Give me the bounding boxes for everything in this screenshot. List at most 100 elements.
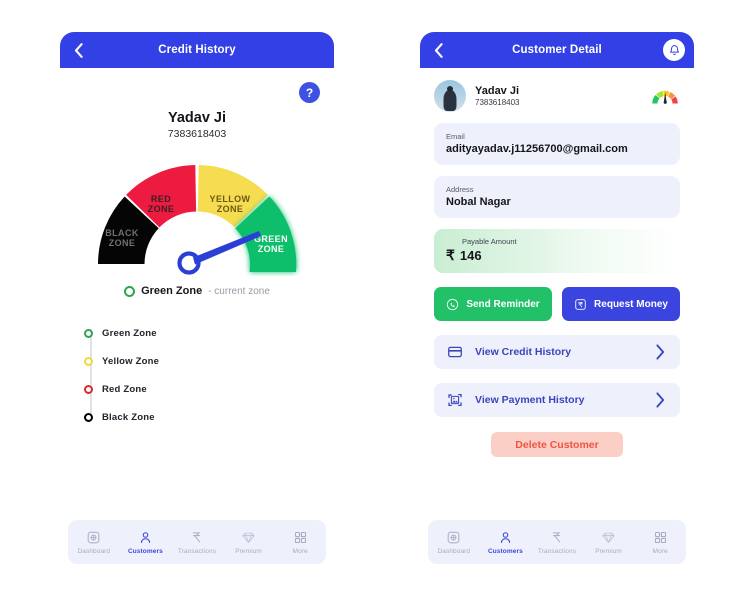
nav-label: Dashboard [437,547,471,555]
customer-name: Yadav Ji [167,110,227,126]
svg-text:ZONE: ZONE [148,204,175,214]
zone-legend-label: Yellow Zone [102,355,160,367]
request-money-label: Request Money [594,298,668,310]
grid-icon [654,531,666,543]
view-credit-history-label: View Credit History [475,346,572,358]
nav-item-transactions[interactable]: Transactions [531,530,583,555]
black-ring-icon [84,412,93,422]
gauge-svg: BLACK ZONE RED ZONE YELLOW ZONE GREEN ZO… [98,165,297,275]
zone-legend-item-green[interactable]: Green Zone [84,319,264,347]
diamond-icon [602,532,615,543]
left-appbar: Credit History [60,32,334,68]
current-zone-suffix: - current zone [208,285,270,297]
nav-item-dashboard[interactable]: Dashboard [68,530,120,555]
page-title: Credit History [158,44,236,56]
svg-text:YELLOW: YELLOW [210,194,251,204]
zone-legend-item-red[interactable]: Red Zone [84,375,264,403]
dashboard-icon [87,531,100,543]
nav-item-premium[interactable]: Premium [583,530,635,555]
right-appbar: Customer Detail [420,32,694,68]
page-title: Customer Detail [512,44,602,56]
nav-item-more[interactable]: More [274,530,326,555]
customer-phone: 7383618403 [167,128,227,140]
nav-item-customers[interactable]: Customers [480,530,532,555]
customer-detail-screen: Customer Detail Yadav Ji 7383618403 Emai… [420,32,694,574]
back-button[interactable] [430,41,446,59]
speedometer-icon[interactable] [650,83,680,109]
notifications-button[interactable] [663,39,685,61]
payable-label: Payable Amount [462,237,517,246]
view-payment-history-label: View Payment History [475,394,585,406]
customer-phone: 7383618403 [475,98,520,107]
view-credit-history-row[interactable]: View Credit History [434,335,680,369]
nav-item-dashboard[interactable]: Dashboard [428,530,480,555]
rupee-symbol-icon: ₹ [446,247,455,263]
right-bottom-nav: Dashboard Customers Transactions Premium… [428,520,686,564]
svg-text:BLACK: BLACK [105,228,139,238]
user-icon [140,531,150,543]
rupee-icon [553,531,561,542]
credit-card-icon [448,346,462,358]
request-money-button[interactable]: Request Money [562,287,680,321]
screenshot-stage: Credit History ? Yadav Ji 7383618403 BLA… [0,0,756,601]
nav-item-customers[interactable]: Customers [120,530,172,555]
delete-customer-button[interactable]: Delete Customer [491,432,623,457]
chevron-left-icon [74,42,83,58]
nav-label: Transactions [537,547,577,555]
current-zone-indicator: Green Zone - current zone [60,285,334,297]
zone-legend-label: Green Zone [102,327,157,339]
customer-name: Yadav Ji [475,85,520,97]
chevron-right-icon [656,344,665,360]
current-zone-ring-icon [124,285,136,297]
green-ring-icon [84,328,93,338]
svg-text:ZONE: ZONE [258,244,285,254]
left-bottom-nav: Dashboard Customers Transactions Premium… [68,520,326,564]
diamond-icon [242,532,255,543]
avatar-head [447,86,453,92]
chevron-right-icon [656,392,665,408]
zone-legend-item-yellow[interactable]: Yellow Zone [84,347,264,375]
nav-label: Customers [487,547,523,555]
profile-meta: Yadav Ji 7383618403 [475,85,650,107]
user-icon [500,531,510,543]
payable-value: 146 [459,248,482,263]
nav-item-more[interactable]: More [634,530,686,555]
svg-text:RED: RED [151,194,171,204]
profile-row: Yadav Ji 7383618403 [420,68,694,112]
send-reminder-button[interactable]: Send Reminder [434,287,552,321]
svg-text:ZONE: ZONE [109,238,136,248]
whatsapp-icon [447,298,459,310]
nav-label: Dashboard [77,547,111,555]
rupee-icon [193,531,201,542]
address-label: Address [446,185,474,194]
zone-legend-label: Black Zone [102,411,155,423]
back-button[interactable] [70,41,86,59]
nav-item-transactions[interactable]: Transactions [171,530,223,555]
nav-label: More [292,547,308,555]
address-card: Address Nobal Nagar [434,176,680,218]
nav-label: Transactions [177,547,217,555]
image-icon [448,394,462,406]
grid-icon [294,531,306,543]
action-buttons: Send Reminder Request Money [434,287,680,321]
nav-label: Premium [235,547,262,555]
email-label: Email [446,132,465,141]
zone-legend-list: Green Zone Yellow Zone Red Zone Black Zo… [84,319,264,431]
nav-item-premium[interactable]: Premium [223,530,275,555]
credit-history-screen: Credit History ? Yadav Ji 7383618403 BLA… [60,32,334,574]
send-reminder-label: Send Reminder [466,298,540,310]
view-payment-history-row[interactable]: View Payment History [434,383,680,417]
credit-zone-gauge: BLACK ZONE RED ZONE YELLOW ZONE GREEN ZO… [80,158,314,276]
email-card: Email adityayadav.j11256700@gmail.com [434,123,680,165]
nav-label: More [652,547,668,555]
payable-amount-card: Payable Amount ₹ 146 [434,229,680,273]
payable-row: ₹ 146 [446,247,668,264]
zone-legend-item-black[interactable]: Black Zone [84,403,264,431]
yellow-ring-icon [84,356,93,366]
avatar-figure [443,90,457,111]
svg-text:ZONE: ZONE [217,204,244,214]
red-ring-icon [84,384,93,394]
current-zone-label: Green Zone [141,285,203,297]
help-button[interactable]: ? [299,82,320,103]
chevron-left-icon [434,42,443,58]
